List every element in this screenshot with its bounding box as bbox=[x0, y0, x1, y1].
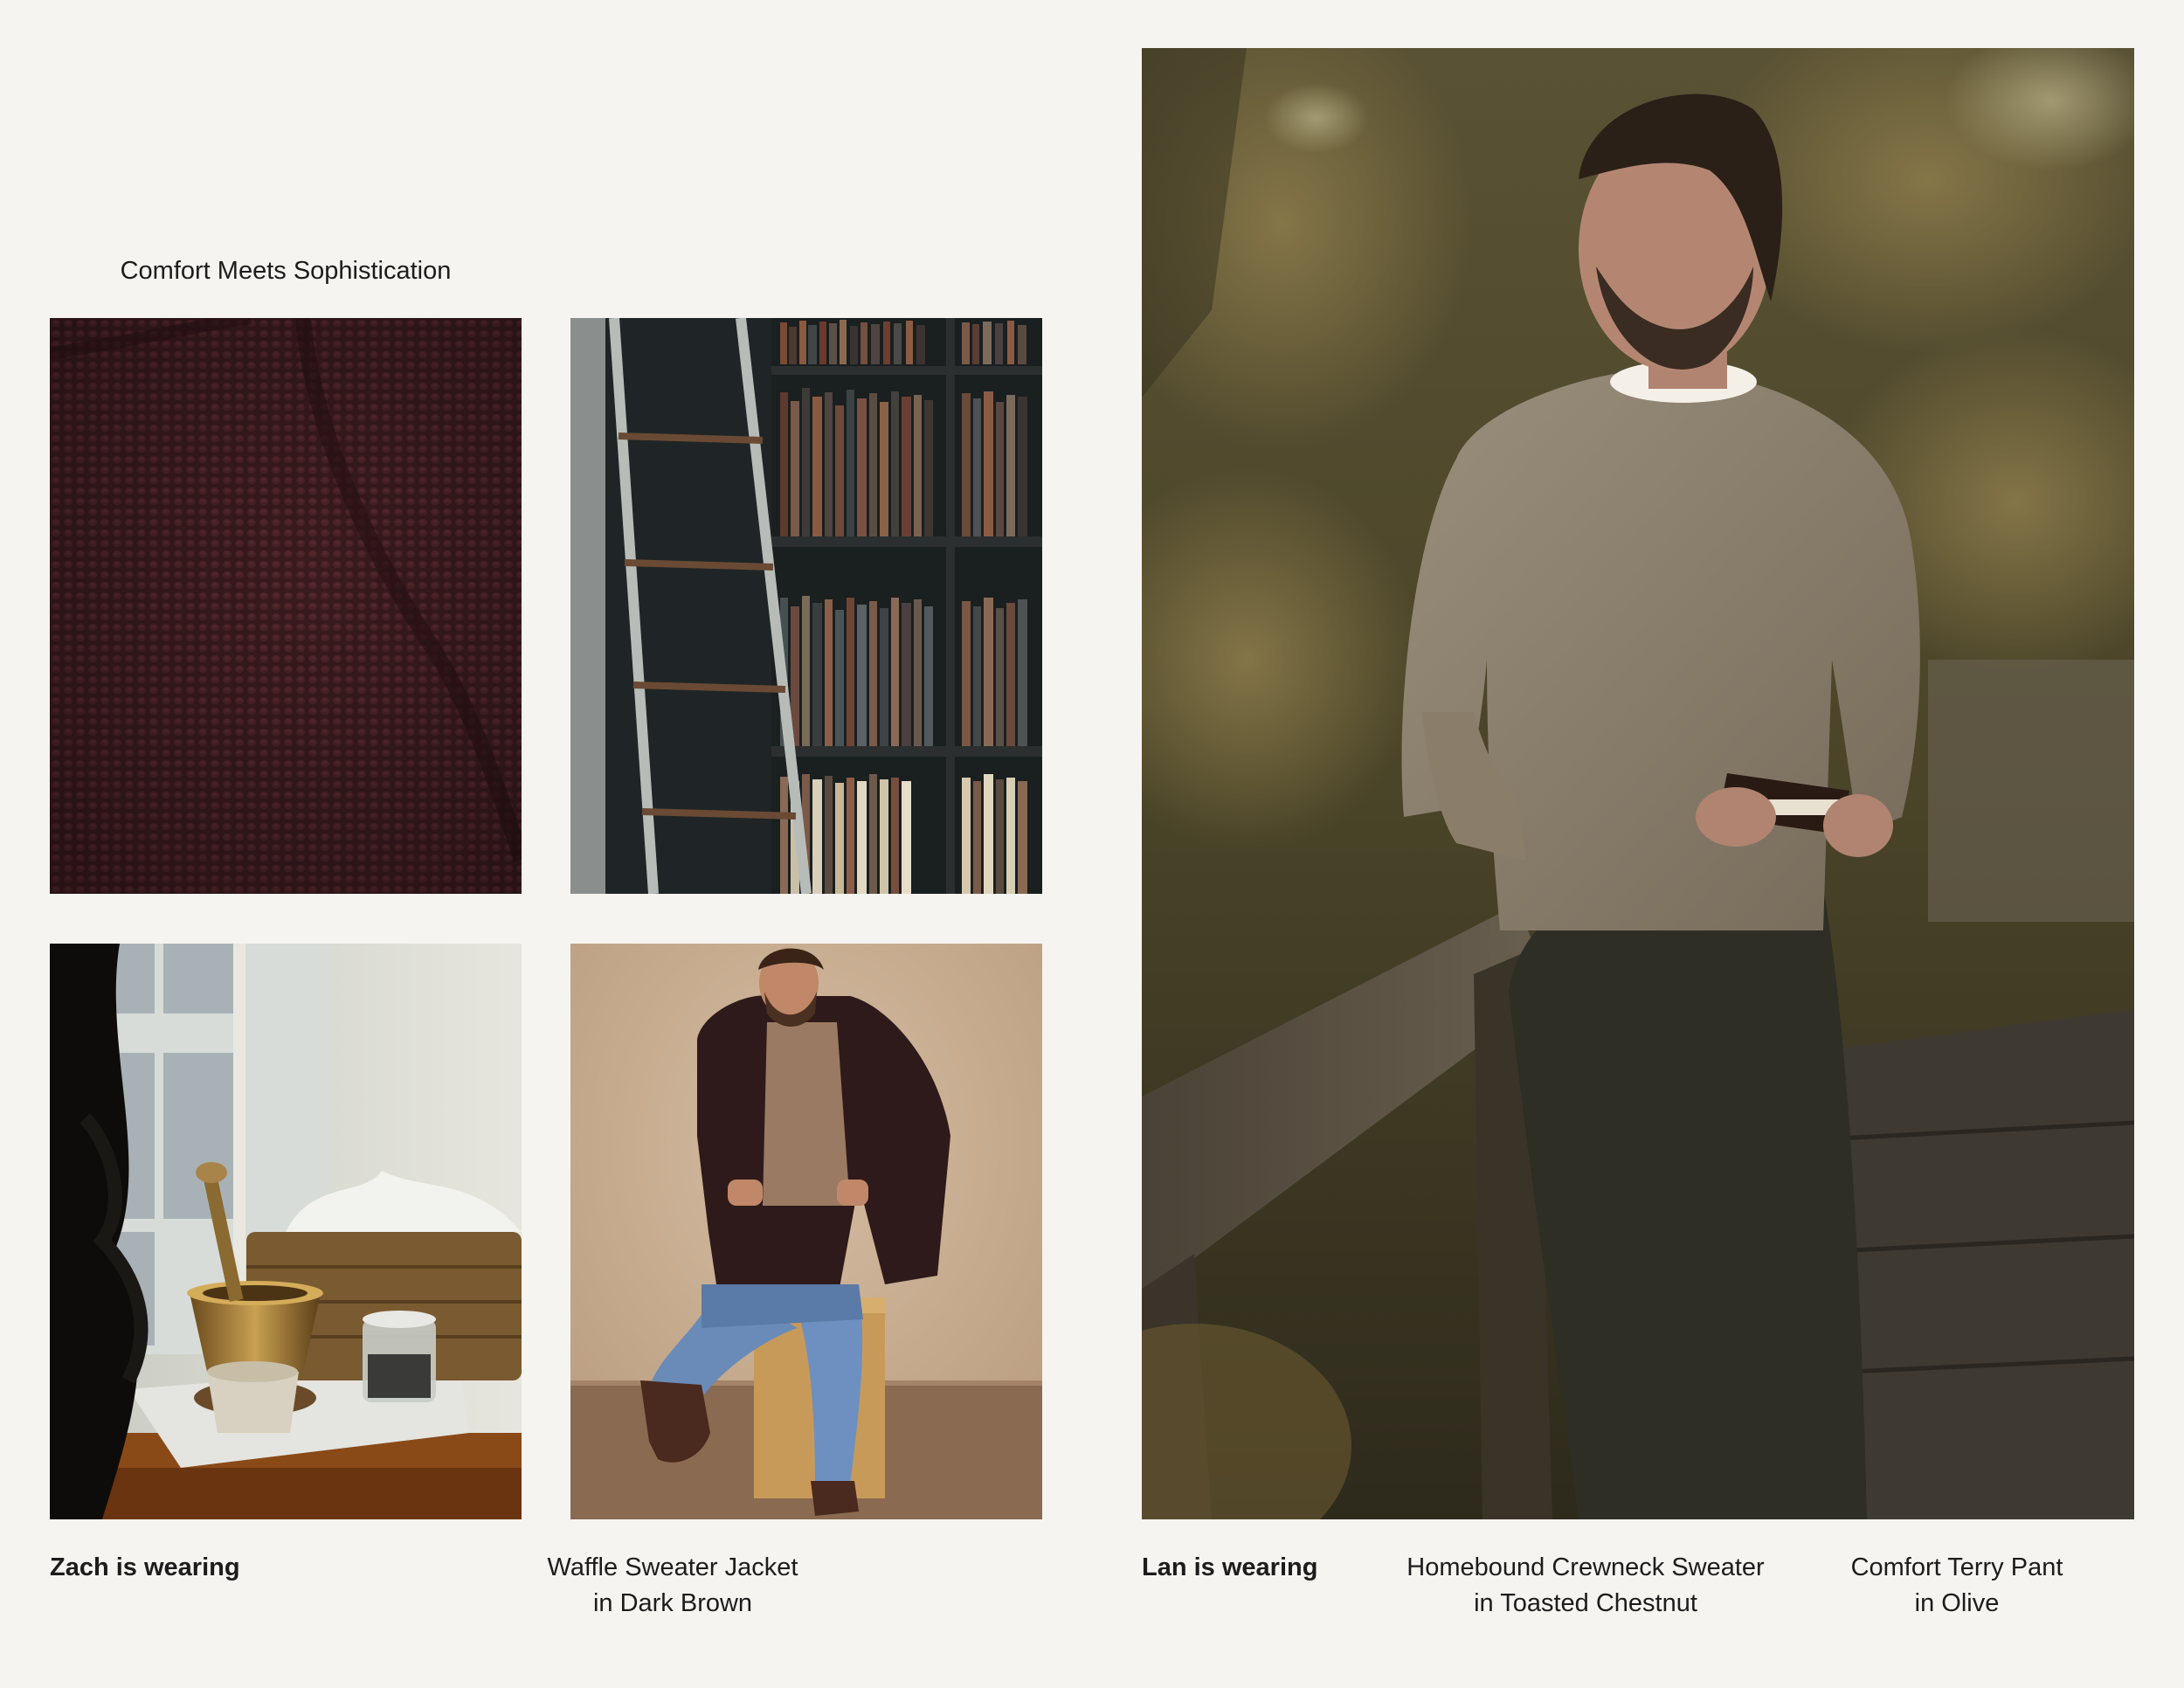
waffle-sweater-jacket-link[interactable]: Waffle Sweater Jacket in Dark Brown bbox=[489, 1550, 856, 1622]
zach-portrait-image[interactable] bbox=[570, 944, 1042, 1519]
comfort-terry-pant-link[interactable]: Comfort Terry Pant in Olive bbox=[1817, 1550, 2097, 1622]
still-life-image[interactable] bbox=[50, 944, 522, 1519]
library-image[interactable] bbox=[570, 318, 1042, 894]
product-name: Homebound Crewneck Sweater bbox=[1406, 1553, 1765, 1581]
knit-texture-image[interactable] bbox=[50, 318, 522, 894]
zach-wearing-label: Zach is wearing bbox=[50, 1553, 240, 1581]
section-heading: Comfort Meets Sophistication bbox=[120, 257, 452, 285]
product-color: in Dark Brown bbox=[592, 1589, 753, 1617]
lan-portrait-image[interactable] bbox=[1142, 48, 2134, 1519]
product-name: Comfort Terry Pant bbox=[1850, 1553, 2063, 1581]
product-color: in Toasted Chestnut bbox=[1474, 1589, 1697, 1617]
homebound-crewneck-link[interactable]: Homebound Crewneck Sweater in Toasted Ch… bbox=[1372, 1550, 1800, 1622]
product-name: Waffle Sweater Jacket bbox=[547, 1553, 798, 1581]
product-color: in Olive bbox=[1914, 1589, 2000, 1617]
